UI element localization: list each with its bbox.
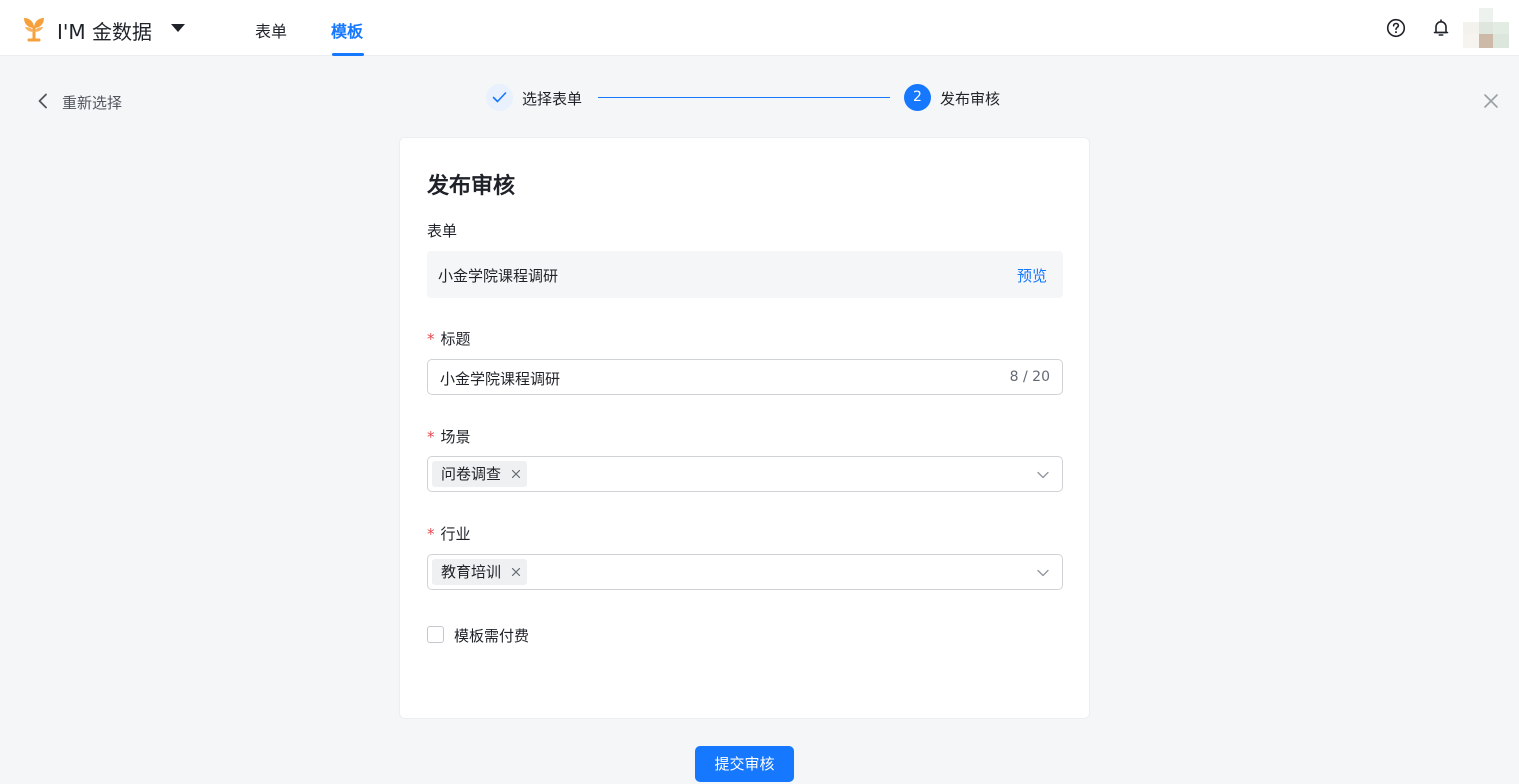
preview-link[interactable]: 预览 [1017, 265, 1047, 286]
avatar[interactable] [1463, 8, 1509, 48]
scene-field-label: * 场景 [427, 426, 471, 447]
scene-tag-label: 问卷调查 [441, 465, 502, 483]
title-input-value[interactable]: 小金学院课程调研 [440, 368, 560, 389]
chevron-down-icon[interactable] [1037, 569, 1049, 577]
required-mark: * [427, 525, 435, 543]
chevron-down-icon[interactable] [1037, 471, 1049, 479]
title-char-counter: 8 / 20 [1009, 369, 1050, 385]
app-name[interactable]: I'M 金数据 [57, 16, 152, 45]
top-navigation-bar: I'M 金数据 表单 模板 [0, 0, 1519, 56]
remove-tag-icon[interactable] [511, 567, 521, 577]
step-1-label: 选择表单 [522, 90, 583, 108]
selected-form-box: 小金学院课程调研 预览 [427, 251, 1063, 298]
step-2-label: 发布审核 [940, 90, 1001, 108]
step-2-indicator: 2 [904, 84, 931, 111]
required-mark: * [427, 330, 435, 348]
title-input[interactable]: 小金学院课程调研 8 / 20 [427, 359, 1063, 395]
close-icon[interactable] [1482, 92, 1500, 110]
app-switcher-caret-icon[interactable] [171, 24, 185, 32]
chevron-left-icon [38, 93, 47, 109]
industry-field-label: * 行业 [427, 523, 471, 544]
remove-tag-icon[interactable] [511, 469, 521, 479]
submit-review-button[interactable]: 提交审核 [695, 746, 794, 782]
required-mark: * [427, 428, 435, 446]
industry-select[interactable]: 教育培训 [427, 554, 1063, 590]
scene-label-text: 场景 [440, 428, 471, 446]
selected-form-name: 小金学院课程调研 [438, 267, 559, 285]
industry-label-text: 行业 [440, 525, 471, 543]
step-connector [598, 97, 890, 98]
step-1-done-indicator [486, 84, 513, 111]
back-label: 重新选择 [62, 94, 123, 112]
title-label-text: 标题 [440, 330, 471, 348]
tab-templates[interactable]: 模板 [331, 18, 363, 42]
paid-template-checkbox[interactable] [427, 626, 444, 643]
logo-icon[interactable] [20, 14, 48, 42]
active-tab-indicator [332, 53, 364, 56]
industry-tag: 教育培训 [432, 559, 528, 585]
title-field-label: * 标题 [427, 328, 471, 349]
card-title: 发布审核 [427, 174, 516, 199]
scene-tag: 问卷调查 [432, 461, 528, 487]
form-field-label: 表单 [427, 222, 458, 240]
bell-icon[interactable] [1431, 18, 1451, 38]
paid-template-label[interactable]: 模板需付费 [454, 625, 529, 646]
check-icon [492, 92, 507, 103]
help-icon[interactable] [1386, 18, 1406, 38]
publish-review-card: 发布审核 表单 小金学院课程调研 预览 * 标题 小金学院课程调研 8 / 20 … [399, 137, 1090, 719]
tab-forms[interactable]: 表单 [255, 18, 287, 42]
industry-tag-label: 教育培训 [441, 563, 502, 581]
scene-select[interactable]: 问卷调查 [427, 456, 1063, 492]
